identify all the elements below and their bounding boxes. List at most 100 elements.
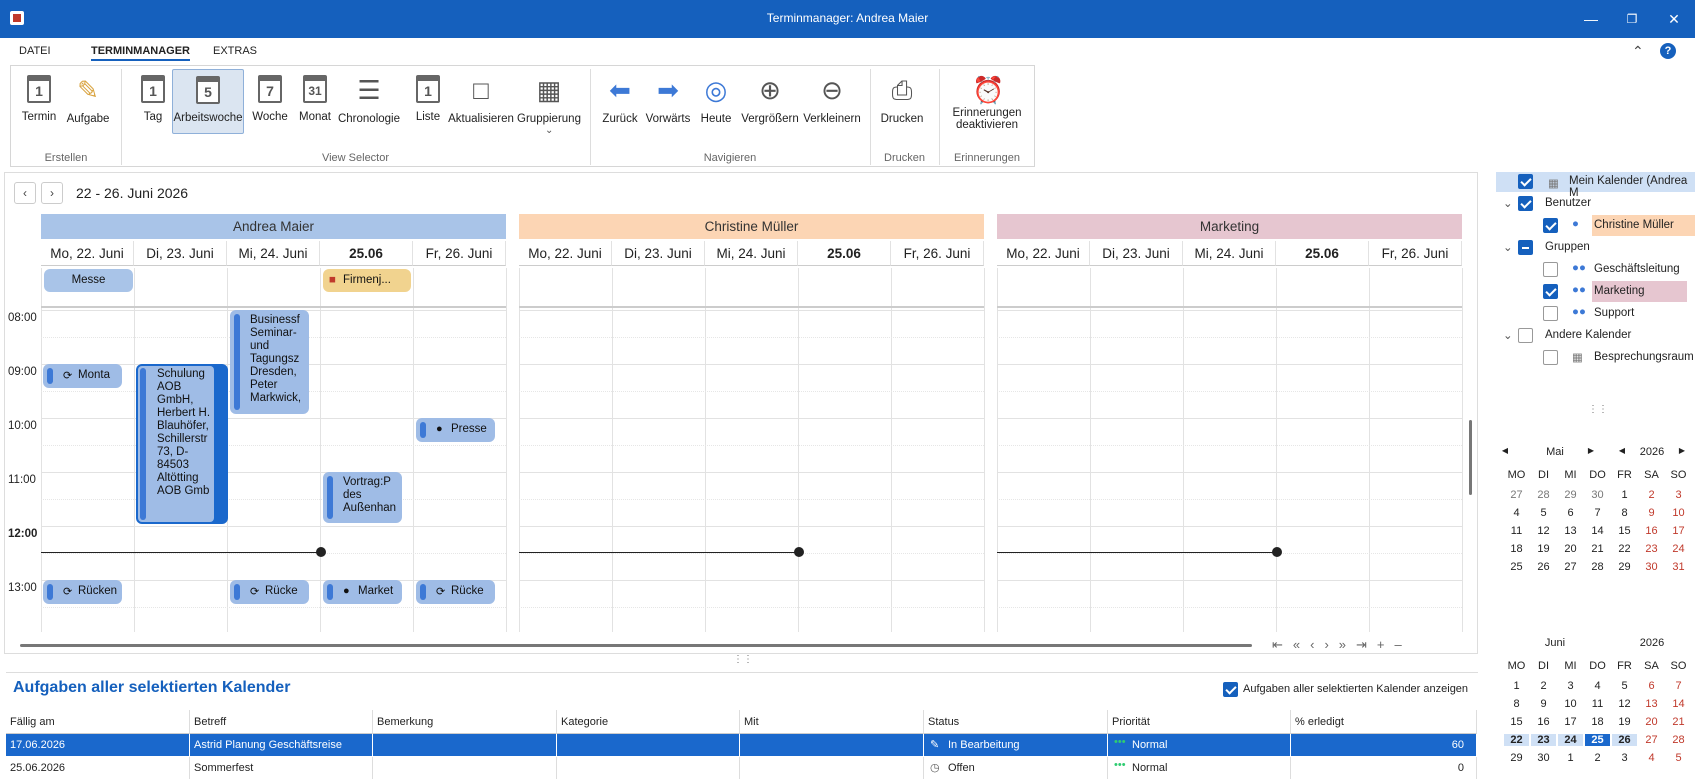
mini-day[interactable]: 5 — [1612, 680, 1637, 692]
mini-year-label[interactable]: 2026 — [1632, 446, 1672, 458]
table-cell[interactable]: 60 — [1291, 734, 1477, 756]
mini-day[interactable]: 26 — [1531, 561, 1556, 573]
mini-day[interactable]: 24 — [1558, 734, 1583, 746]
mini-day[interactable]: 11 — [1585, 698, 1610, 710]
day-header[interactable]: Mi, 24. Juni — [705, 241, 798, 266]
day-header[interactable]: Di, 23. Juni — [612, 241, 705, 266]
menu-datei[interactable]: DATEI — [19, 45, 51, 57]
appt-ruecken-mi[interactable]: ⟳ Rücke — [230, 580, 309, 604]
prev-year-icon[interactable]: ◀ — [1615, 446, 1629, 455]
mini-day[interactable]: 16 — [1531, 716, 1556, 728]
close-button[interactable]: ✕ — [1659, 8, 1689, 30]
checkbox-show-tasks[interactable] — [1223, 682, 1238, 697]
mini-day[interactable]: 5 — [1666, 752, 1691, 764]
splitter-handle[interactable]: ⋮⋮ — [733, 654, 753, 665]
table-cell[interactable] — [373, 734, 557, 756]
checkbox-christine[interactable] — [1543, 218, 1558, 233]
termin-button[interactable]: 1 Termin — [13, 69, 65, 134]
appt-ruecken-mo[interactable]: ⟳ Rücken — [43, 580, 122, 604]
mini-day[interactable]: 9 — [1531, 698, 1556, 710]
drucken-button[interactable]: ⎙ Drucken — [877, 69, 927, 134]
checkbox-besprechungsraum[interactable] — [1543, 350, 1558, 365]
mini-day[interactable]: 30 — [1531, 752, 1556, 764]
appt-ruecken-fr[interactable]: ⟳ Rücke — [416, 580, 495, 604]
day-header[interactable]: 25.06 — [320, 241, 413, 266]
allday-messe[interactable]: Messe — [44, 269, 133, 292]
appt-presse[interactable]: ● Presse — [416, 418, 495, 442]
mini-day[interactable]: 28 — [1666, 734, 1691, 746]
appt-marketing[interactable]: ● Market — [323, 580, 402, 604]
next-month-icon[interactable]: ▶ — [1584, 446, 1598, 455]
column-header[interactable]: Status — [924, 710, 1108, 734]
mini-day[interactable]: 8 — [1612, 507, 1637, 519]
next-year-icon[interactable]: ▶ — [1675, 446, 1689, 455]
mini-year-label[interactable]: 2026 — [1632, 637, 1672, 649]
mini-day[interactable]: 30 — [1585, 489, 1610, 501]
pager-nav[interactable]: ⇤«‹›»⇥+– — [1272, 637, 1458, 655]
mini-month-label[interactable]: Juni — [1530, 637, 1580, 649]
horizontal-scrollbar[interactable] — [20, 644, 1252, 647]
support-label[interactable]: Support — [1594, 307, 1634, 319]
mini-day[interactable]: 4 — [1585, 680, 1610, 692]
menu-terminmanager[interactable]: TERMINMANAGER — [91, 45, 190, 61]
table-cell[interactable] — [740, 734, 924, 756]
mini-day[interactable]: 25 — [1504, 561, 1529, 573]
marketing-label[interactable]: Marketing — [1594, 285, 1645, 297]
column-header[interactable]: Mit — [740, 710, 924, 734]
erinnerungen-button[interactable]: ⏰ Erinnerungen deaktivieren — [947, 69, 1027, 134]
mein-kalender-label[interactable]: Mein Kalender (Andrea M — [1569, 175, 1695, 199]
day-header[interactable]: 25.06 — [798, 241, 891, 266]
vergroessern-button[interactable]: ⊕ Vergrößern — [739, 69, 801, 134]
mini-day[interactable]: 3 — [1666, 489, 1691, 501]
checkbox-geschaeftsleitung[interactable] — [1543, 262, 1558, 277]
mini-day[interactable]: 29 — [1504, 752, 1529, 764]
mini-day[interactable]: 9 — [1639, 507, 1664, 519]
day-header[interactable]: Mi, 24. Juni — [1183, 241, 1276, 266]
table-cell[interactable]: Normal — [1108, 734, 1291, 756]
mini-day[interactable]: 26 — [1612, 734, 1637, 746]
mini-day[interactable]: 4 — [1639, 752, 1664, 764]
mini-day[interactable]: 1 — [1558, 752, 1583, 764]
zurueck-button[interactable]: ⬅ Zurück — [597, 69, 643, 134]
mini-day[interactable]: 6 — [1639, 680, 1664, 692]
prev-month-icon[interactable]: ◀ — [1498, 446, 1512, 455]
column-header[interactable]: Betreff — [190, 710, 373, 734]
day-header[interactable]: Mo, 22. Juni — [997, 241, 1090, 266]
help-icon[interactable]: ? — [1660, 43, 1676, 59]
mini-day[interactable]: 14 — [1585, 525, 1610, 537]
mini-day[interactable]: 11 — [1504, 525, 1529, 537]
aufgabe-button[interactable]: ✎ Aufgabe — [63, 69, 113, 134]
day-header[interactable]: Di, 23. Juni — [134, 241, 227, 266]
mini-day[interactable]: 28 — [1585, 561, 1610, 573]
restore-button[interactable]: ❐ — [1617, 8, 1647, 30]
mini-day[interactable]: 3 — [1612, 752, 1637, 764]
besprechungsraum-label[interactable]: Besprechungsraum — [1594, 351, 1694, 363]
day-header[interactable]: Fr, 26. Juni — [891, 241, 984, 266]
mini-day[interactable]: 19 — [1612, 716, 1637, 728]
mini-day[interactable]: 14 — [1666, 698, 1691, 710]
mini-day[interactable]: 18 — [1585, 716, 1610, 728]
mini-day[interactable]: 22 — [1504, 734, 1529, 746]
appt-businessforum[interactable]: Businessf Seminar- und Tagungsz Dresden,… — [230, 310, 309, 414]
liste-button[interactable]: 1 Liste — [405, 69, 451, 134]
show-tasks-label[interactable]: Aufgaben aller selektierten Kalender anz… — [1243, 683, 1468, 695]
mini-day[interactable]: 2 — [1531, 680, 1556, 692]
day-header[interactable]: Mi, 24. Juni — [227, 241, 320, 266]
column-header[interactable]: Fällig am — [6, 710, 190, 734]
table-cell[interactable]: In Bearbeitung — [924, 734, 1108, 756]
checkbox-andere[interactable] — [1518, 328, 1533, 343]
chevron-down-icon[interactable]: ⌄ — [1503, 328, 1513, 342]
mini-day[interactable]: 16 — [1639, 525, 1664, 537]
mini-day[interactable]: 23 — [1639, 543, 1664, 555]
mini-day[interactable]: 28 — [1531, 489, 1556, 501]
day-header[interactable]: Di, 23. Juni — [1090, 241, 1183, 266]
checkbox-support[interactable] — [1543, 306, 1558, 321]
chevron-down-icon[interactable]: ⌄ — [1503, 196, 1513, 210]
mini-day[interactable]: 18 — [1504, 543, 1529, 555]
day-header[interactable]: 25.06 — [1276, 241, 1369, 266]
mini-day[interactable]: 4 — [1504, 507, 1529, 519]
mini-day[interactable]: 27 — [1504, 489, 1529, 501]
mini-day[interactable]: 19 — [1531, 543, 1556, 555]
day-header[interactable]: Fr, 26. Juni — [1369, 241, 1462, 266]
mini-day[interactable]: 15 — [1612, 525, 1637, 537]
